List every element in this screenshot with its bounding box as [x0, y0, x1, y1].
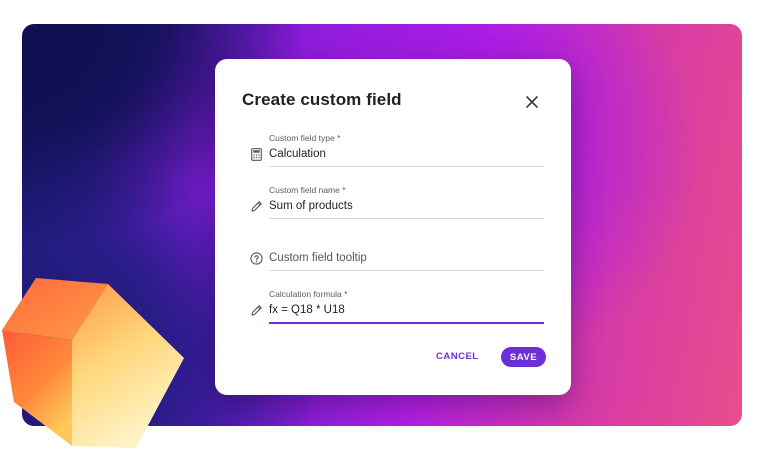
- custom-field-type-label: Custom field type *: [269, 133, 341, 143]
- pencil-icon: [249, 199, 263, 213]
- calculator-icon: [249, 147, 263, 161]
- dialog-title: Create custom field: [242, 90, 402, 109]
- field-underline-active: [269, 322, 544, 324]
- custom-field-tooltip-placeholder: Custom field tooltip: [269, 252, 367, 264]
- calculation-formula-label: Calculation formula *: [269, 289, 348, 299]
- calculation-formula-field[interactable]: Calculation formula * fx = Q18 * U18: [249, 289, 544, 333]
- custom-field-type-field[interactable]: Custom field type * Calculation: [249, 133, 544, 177]
- custom-field-name-value: Sum of products: [269, 200, 353, 212]
- custom-field-name-label: Custom field name *: [269, 185, 346, 195]
- close-icon: [526, 96, 538, 108]
- custom-field-tooltip-field[interactable]: Custom field tooltip: [249, 237, 544, 281]
- field-underline: [269, 218, 544, 219]
- cancel-button[interactable]: CANCEL: [436, 348, 479, 366]
- field-underline: [269, 166, 544, 167]
- close-button[interactable]: [522, 92, 542, 112]
- help-circle-icon: [249, 251, 263, 265]
- custom-field-name-field[interactable]: Custom field name * Sum of products: [249, 185, 544, 229]
- cube-illustration: [2, 278, 184, 448]
- calculation-formula-value: fx = Q18 * U18: [269, 304, 345, 316]
- create-custom-field-dialog: Create custom field Custom field type * …: [215, 59, 571, 395]
- pencil-icon: [249, 303, 263, 317]
- custom-field-type-value: Calculation: [269, 148, 326, 160]
- save-button[interactable]: SAVE: [501, 347, 546, 367]
- field-underline: [269, 270, 544, 271]
